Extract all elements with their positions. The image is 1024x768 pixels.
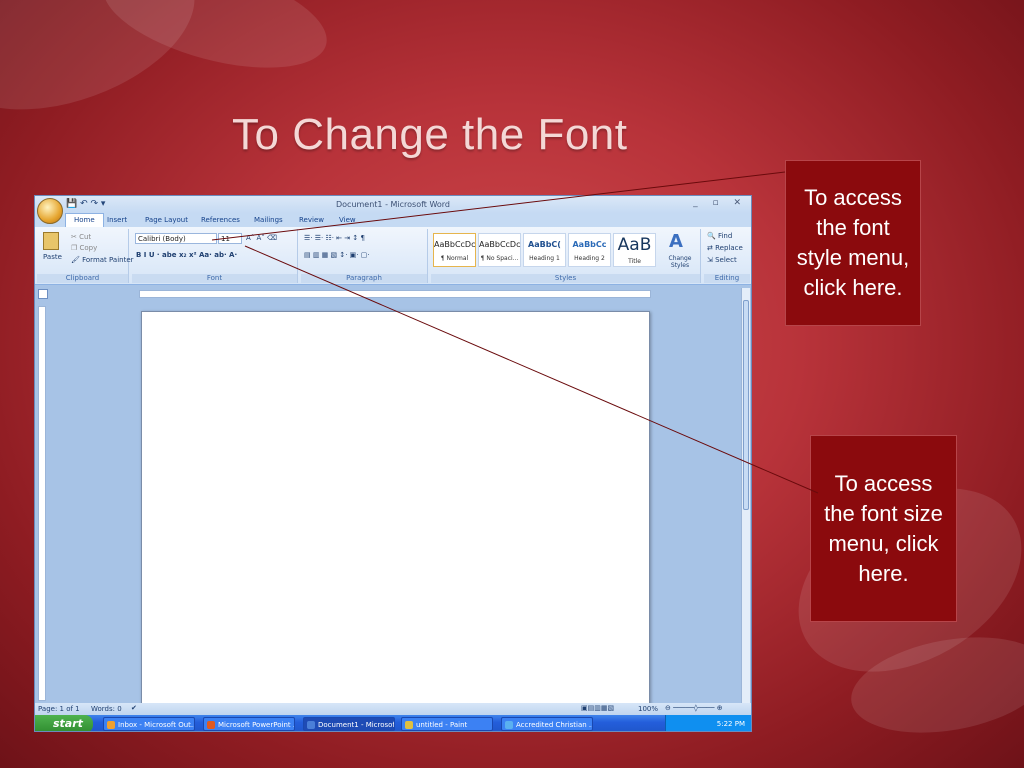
change-styles-icon[interactable]: A — [669, 231, 683, 252]
clock[interactable]: 5:22 PM — [717, 720, 745, 728]
tab-references[interactable]: References — [201, 216, 240, 224]
scroll-thumb[interactable] — [743, 300, 749, 510]
taskbar-item-label: Microsoft PowerPoint ... — [218, 721, 295, 729]
powerpoint-icon — [207, 721, 215, 729]
list-buttons[interactable]: ☰· ☰· ☷· ⇤ ⇥ ↕ ¶ — [304, 234, 365, 242]
style-normal[interactable]: AaBbCcDc ¶ Normal — [433, 233, 476, 267]
replace-button[interactable]: ⇄ Replace — [707, 244, 743, 252]
window-controls[interactable]: _ ▫ ✕ — [693, 198, 747, 208]
page-count[interactable]: Page: 1 of 1 — [38, 705, 80, 713]
styles-label: Styles — [431, 274, 700, 283]
style-name: Heading 2 — [574, 255, 605, 262]
clipboard-group: Paste ✂ Cut ❐ Copy 🖌 Format Painter Clip… — [37, 229, 134, 283]
style-sample: AaBbCcDc — [434, 240, 476, 249]
paint-icon — [405, 721, 413, 729]
select-button[interactable]: ⇲ Select — [707, 256, 737, 264]
taskbar-item-label: Inbox - Microsoft Out... — [118, 721, 195, 729]
ribbon: Paste ✂ Cut ❐ Copy 🖌 Format Painter Clip… — [35, 227, 751, 285]
alignment-buttons[interactable]: ▤ ▥ ▦ ▧ ↕· ▣· ▢· — [304, 251, 370, 259]
office-button[interactable] — [37, 198, 63, 224]
replace-label: Replace — [715, 244, 743, 252]
style-sample: AaBbCc — [572, 240, 607, 249]
cut-button[interactable]: ✂ Cut — [71, 233, 91, 241]
taskbar-item-label: Document1 - Microsof... — [318, 721, 395, 729]
cut-label: Cut — [79, 233, 92, 241]
view-buttons[interactable]: ▣▤▥▦▧ — [581, 704, 614, 712]
word-window: Document1 - Microsoft Word 💾 ↶ ↷ ▾ _ ▫ ✕… — [34, 195, 752, 732]
grow-shrink-font-buttons[interactable]: A˄ A˅ ⌫ — [246, 234, 277, 242]
copy-label: Copy — [79, 244, 98, 252]
windows-taskbar: start Inbox - Microsoft Out... Microsoft… — [35, 715, 751, 731]
word-count[interactable]: Words: 0 — [91, 705, 122, 713]
callout-font-style-text: To access the font style menu, click her… — [796, 185, 910, 300]
tab-review[interactable]: Review — [299, 216, 324, 224]
system-tray: 5:22 PM — [665, 715, 751, 731]
callout-font-size: To access the font size menu, click here… — [810, 435, 957, 622]
style-name: Title — [628, 258, 641, 265]
format-painter-label: Format Painter — [82, 256, 134, 264]
zoom-level[interactable]: 100% — [638, 705, 658, 713]
change-styles-button[interactable]: Change Styles — [665, 255, 695, 269]
editing-label: Editing — [704, 274, 750, 283]
taskbar-item-browser[interactable]: Accredited Christian ... — [501, 717, 593, 731]
find-label: Find — [717, 232, 733, 240]
font-family-dropdown[interactable]: Calibri (Body) — [135, 233, 217, 244]
window-title: Document1 - Microsoft Word — [335, 200, 451, 209]
style-sample: AaBbCcDc — [479, 240, 521, 249]
quick-access-toolbar[interactable]: 💾 ↶ ↷ ▾ — [66, 199, 105, 209]
taskbar-item-outlook[interactable]: Inbox - Microsoft Out... — [103, 717, 195, 731]
style-heading-2[interactable]: AaBbCc Heading 2 — [568, 233, 611, 267]
style-no-spacing[interactable]: AaBbCcDc ¶ No Spaci... — [478, 233, 521, 267]
format-painter-button[interactable]: 🖌 Format Painter — [71, 256, 134, 264]
start-button[interactable]: start — [35, 715, 93, 731]
style-sample: AaB — [617, 235, 652, 255]
browser-icon — [505, 721, 513, 729]
proofing-icon[interactable]: ✔ — [131, 704, 137, 712]
style-name: ¶ No Spaci... — [480, 255, 519, 262]
paste-button[interactable]: Paste — [43, 253, 62, 261]
slide-title: To Change the Font — [232, 110, 628, 159]
style-title[interactable]: AaB Title — [613, 233, 656, 267]
copy-button[interactable]: ❐ Copy — [71, 244, 97, 252]
horizontal-ruler[interactable] — [139, 290, 651, 298]
font-format-buttons[interactable]: B I U · abe x₂ x² Aa· ab· A· — [136, 251, 237, 259]
taskbar-item-paint[interactable]: untitled - Paint — [401, 717, 493, 731]
title-bar: Document1 - Microsoft Word 💾 ↶ ↷ ▾ _ ▫ ✕ — [35, 196, 751, 213]
taskbar-item-word[interactable]: Document1 - Microsof... — [303, 717, 395, 731]
zoom-slider[interactable]: ⊖ ─────◊──── ⊕ — [665, 704, 723, 712]
document-page[interactable] — [141, 311, 650, 706]
paragraph-group: ☰· ☰· ☷· ⇤ ⇥ ↕ ¶ ▤ ▥ ▦ ▧ ↕· ▣· ▢· Paragr… — [301, 229, 428, 283]
clipboard-label: Clipboard — [37, 274, 128, 283]
font-label: Font — [132, 274, 297, 283]
style-heading-1[interactable]: AaBbC( Heading 1 — [523, 233, 566, 267]
vertical-scrollbar[interactable] — [741, 288, 750, 703]
style-name: ¶ Normal — [440, 255, 469, 262]
tab-mailings[interactable]: Mailings — [254, 216, 283, 224]
tab-page-layout[interactable]: Page Layout — [145, 216, 188, 224]
taskbar-item-label: Accredited Christian ... — [516, 721, 593, 729]
word-icon — [307, 721, 315, 729]
tab-insert[interactable]: Insert — [107, 216, 127, 224]
callout-font-style: To access the font style menu, click her… — [785, 160, 921, 326]
callout-font-size-text: To access the font size menu, click here… — [824, 470, 943, 586]
ribbon-tabs: Home Insert Page Layout References Maili… — [35, 213, 751, 227]
taskbar-item-powerpoint[interactable]: Microsoft PowerPoint ... — [203, 717, 295, 731]
tab-view[interactable]: View — [339, 216, 356, 224]
ruler-toggle-icon[interactable] — [38, 289, 48, 299]
font-group: Calibri (Body) 11 A˄ A˅ ⌫ B I U · abe x₂… — [132, 229, 298, 283]
outlook-icon — [107, 721, 115, 729]
find-button[interactable]: 🔍 Find — [707, 232, 732, 240]
vertical-ruler[interactable] — [38, 306, 46, 701]
select-label: Select — [715, 256, 737, 264]
status-bar: Page: 1 of 1 Words: 0 ✔ ▣▤▥▦▧ 100% ⊖ ───… — [35, 703, 751, 715]
tab-home[interactable]: Home — [65, 213, 104, 227]
editing-group: 🔍 Find ⇄ Replace ⇲ Select Editing — [704, 229, 750, 283]
style-name: Heading 1 — [529, 255, 560, 262]
font-size-dropdown[interactable]: 11 — [218, 233, 242, 244]
paragraph-label: Paragraph — [301, 274, 427, 283]
taskbar-item-label: untitled - Paint — [416, 721, 468, 729]
paste-icon[interactable] — [43, 232, 59, 250]
style-sample: AaBbC( — [528, 240, 561, 249]
styles-group: AaBbCcDc ¶ Normal AaBbCcDc ¶ No Spaci... A… — [431, 229, 701, 283]
